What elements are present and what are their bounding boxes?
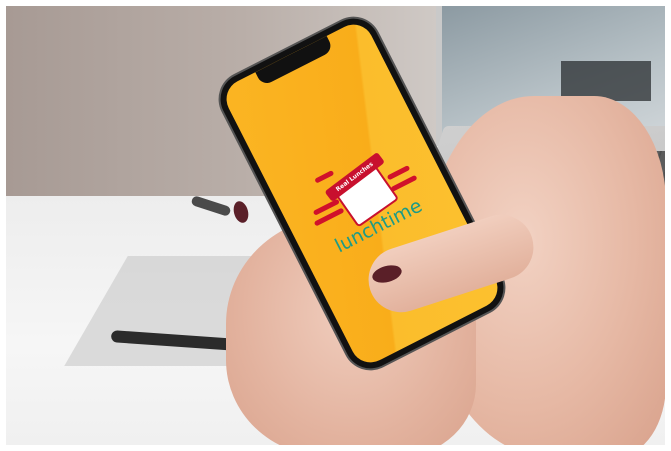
photo-scene: Real Lunches lunchtime: [6, 6, 665, 445]
